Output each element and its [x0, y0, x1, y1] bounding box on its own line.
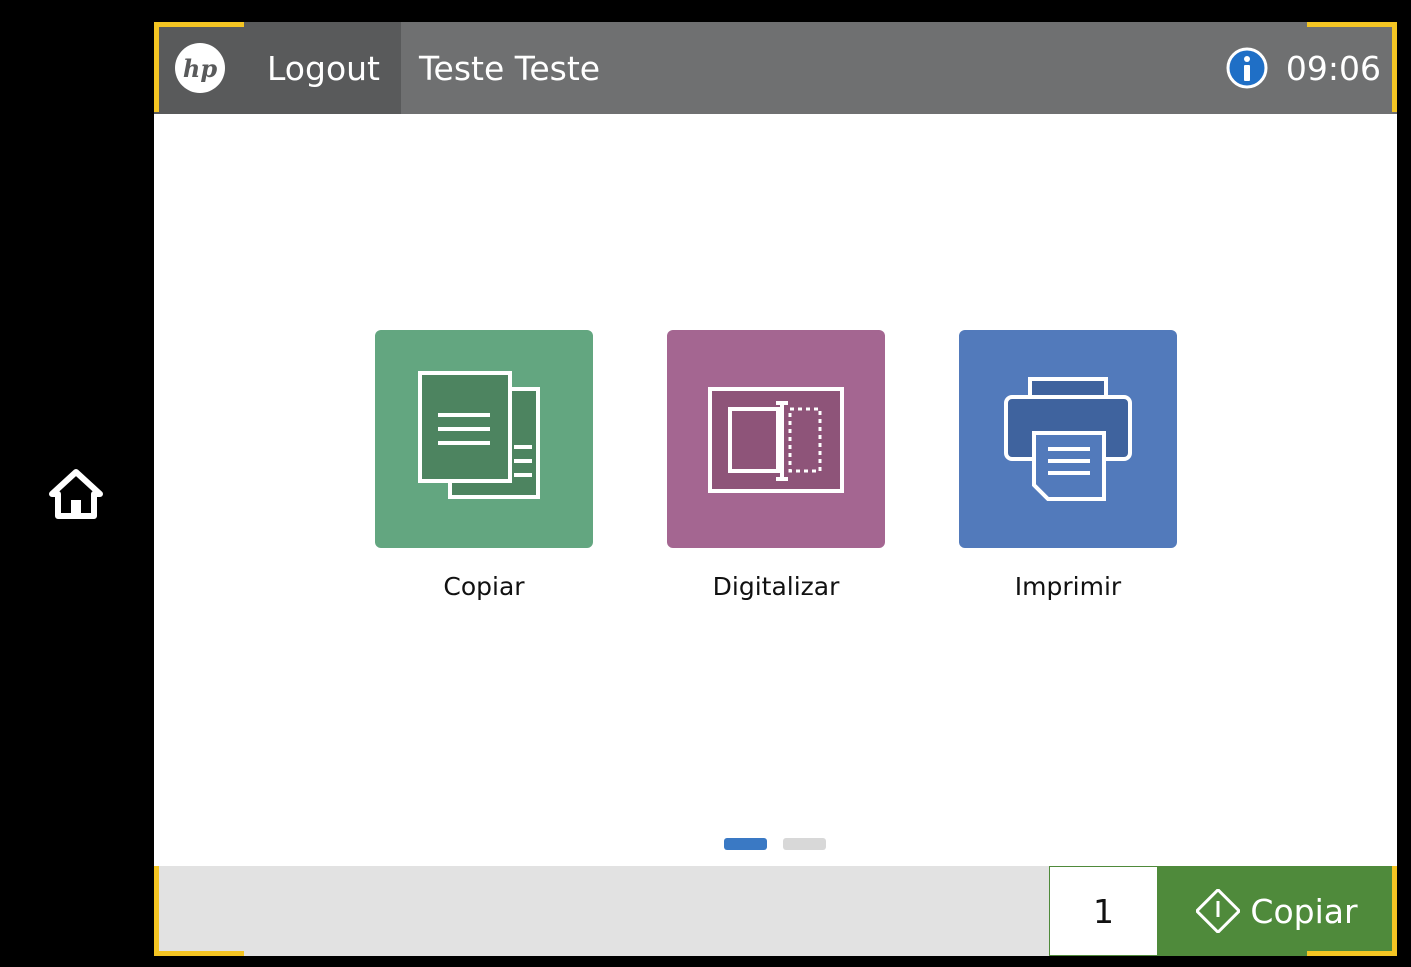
bottom-bar: 1 Copiar — [154, 866, 1397, 956]
hp-logo-text: hp — [182, 53, 218, 83]
app-scan-label: Digitalizar — [712, 572, 840, 601]
app-grid: Copiar Digitalizar Imprimir — [154, 330, 1397, 630]
app-copy-tile[interactable] — [375, 330, 593, 548]
logout-label: Logout — [267, 48, 380, 88]
copies-count-field[interactable]: 1 — [1049, 866, 1157, 956]
hp-logo: hp — [175, 43, 225, 93]
corner-accent — [1307, 951, 1397, 956]
start-icon — [1196, 889, 1241, 933]
copies-count: 1 — [1093, 891, 1114, 931]
corner-accent — [1392, 22, 1397, 112]
user-name-text: Teste Teste — [419, 48, 601, 88]
info-icon — [1226, 47, 1268, 89]
copy-icon — [418, 371, 540, 499]
corner-accent — [154, 22, 159, 112]
corner-accent — [1307, 22, 1397, 27]
app-print-label: Imprimir — [1014, 572, 1122, 601]
page-indicator — [724, 838, 826, 850]
touch-screen: hp Logout Teste Teste 09:06 Copiar Digit… — [154, 22, 1397, 956]
top-bar: hp Logout Teste Teste 09:06 — [154, 22, 1397, 114]
app-print[interactable]: Imprimir — [959, 330, 1177, 601]
corner-accent — [154, 866, 159, 956]
page-dot-active[interactable] — [724, 838, 767, 850]
corner-accent — [154, 22, 244, 27]
app-copy-label: Copiar — [443, 572, 525, 601]
corner-accent — [1392, 866, 1397, 956]
info-button[interactable] — [1226, 22, 1286, 114]
user-name: Teste Teste — [401, 22, 1226, 114]
page-dot[interactable] — [783, 838, 826, 850]
app-scan[interactable]: Digitalizar — [667, 330, 885, 601]
clock-text: 09:06 — [1285, 48, 1381, 88]
logout-button[interactable]: Logout — [246, 22, 401, 114]
start-copy-label: Copiar — [1250, 891, 1358, 931]
clock: 09:06 — [1286, 22, 1397, 114]
app-scan-tile[interactable] — [667, 330, 885, 548]
home-icon — [49, 469, 103, 519]
scan-icon — [708, 387, 844, 493]
print-icon — [1004, 377, 1132, 501]
start-copy-button[interactable]: Copiar — [1157, 866, 1397, 956]
app-copy[interactable]: Copiar — [375, 330, 593, 601]
corner-accent — [154, 951, 244, 956]
home-button[interactable] — [40, 460, 112, 528]
hp-logo-cell: hp — [154, 22, 246, 114]
app-print-tile[interactable] — [959, 330, 1177, 548]
